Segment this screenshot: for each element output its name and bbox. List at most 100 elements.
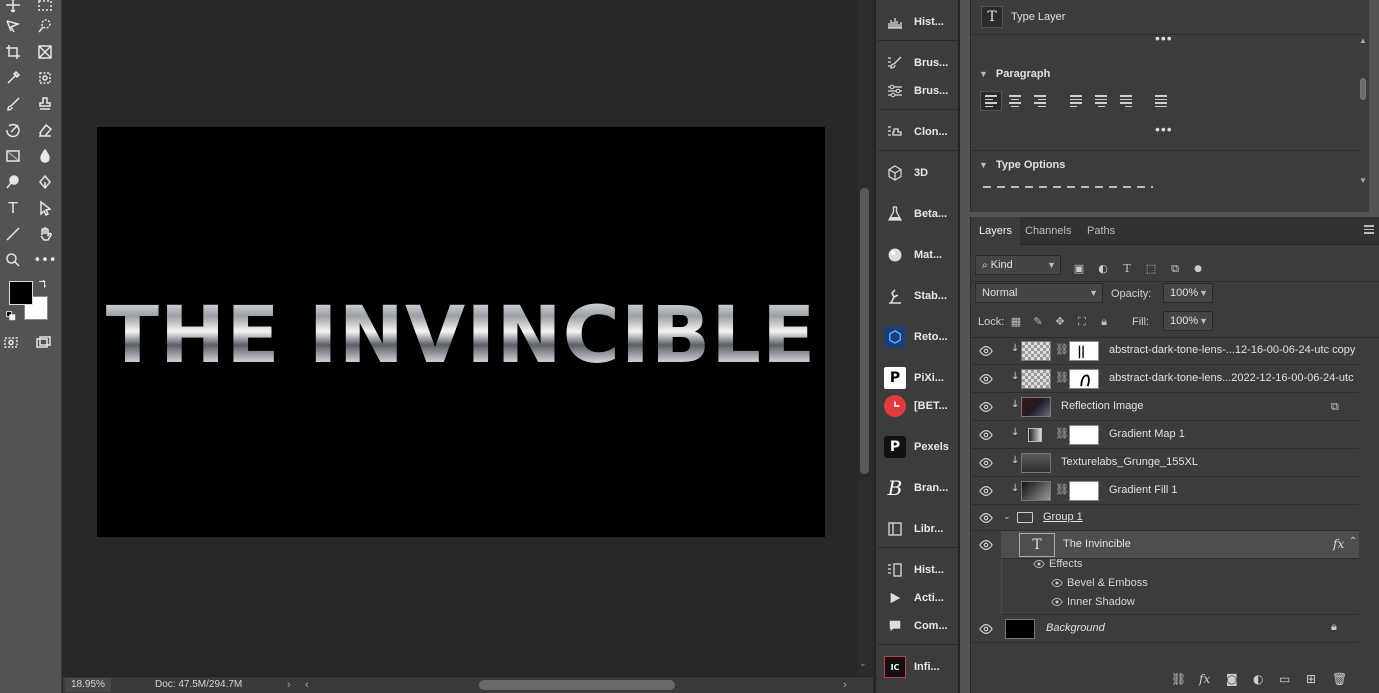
delete-layer-icon[interactable]: 🗑︎ — [1332, 672, 1347, 686]
canvas-vertical-scroll-thumb[interactable] — [860, 188, 869, 474]
layer-thumbnail[interactable] — [1021, 481, 1051, 501]
effect-bevel-emboss[interactable]: Bevel & Emboss — [1051, 577, 1148, 589]
properties-scrollbar[interactable]: ▲ ▼ — [1357, 36, 1369, 188]
lasso-tool-icon[interactable] — [2, 15, 24, 37]
foreground-color-swatch[interactable] — [9, 281, 33, 305]
layer-name[interactable]: Gradient Fill 1 — [1109, 484, 1177, 496]
dock-item-pexels[interactable]: P Pexels — [876, 434, 960, 460]
visibility-eye-icon[interactable] — [979, 456, 993, 470]
history-brush-tool-icon[interactable] — [2, 119, 24, 141]
dock-item-actions[interactable]: Acti... — [876, 585, 960, 611]
layer-name[interactable]: Background — [1046, 622, 1105, 634]
lock-artboard-icon[interactable]: ⛶ — [1075, 315, 1089, 329]
layer-name[interactable]: Gradient Map 1 — [1109, 428, 1185, 440]
smart-object-filter-icon[interactable]: ⧉ — [1168, 262, 1182, 276]
dock-item-materials[interactable]: Mat... — [876, 242, 960, 268]
gradient-tool-icon[interactable] — [2, 145, 24, 167]
visibility-eye-icon[interactable] — [979, 428, 993, 442]
path-select-tool-icon[interactable] — [34, 197, 56, 219]
new-layer-icon[interactable]: ⊞ — [1306, 672, 1316, 686]
fx-icon[interactable]: fx — [1333, 537, 1344, 551]
link-chain-icon[interactable]: ⛓ — [1055, 427, 1069, 440]
layer-row[interactable]: ↓ ⛓ abstract-dark-tone-lens-...12-16-00-… — [971, 337, 1359, 365]
layer-name[interactable]: abstract-dark-tone-lens-...12-16-00-06-2… — [1109, 344, 1355, 356]
gradient-map-adjustment-icon[interactable] — [1025, 425, 1047, 445]
quick-mask-icon[interactable] — [0, 331, 22, 353]
brush-tool-icon[interactable] — [2, 93, 24, 115]
zoom-tool-icon[interactable] — [2, 249, 24, 271]
layer-mask-thumbnail[interactable] — [1069, 481, 1099, 501]
text-layer-thumbnail[interactable]: T — [1019, 533, 1055, 557]
layer-row[interactable]: ↓ ⛓ Gradient Map 1 — [971, 421, 1359, 449]
layer-name[interactable]: abstract-dark-tone-lens...2022-12-16-00-… — [1109, 372, 1354, 384]
eyedropper-tool-icon[interactable] — [2, 67, 24, 89]
hand-tool-icon[interactable] — [34, 223, 56, 245]
scroll-right-arrow-icon[interactable]: › — [843, 677, 847, 693]
layer-mask-thumbnail[interactable] — [1069, 341, 1099, 361]
visibility-eye-icon[interactable] — [979, 538, 993, 552]
eraser-tool-icon[interactable] — [34, 119, 56, 141]
lock-image-pixels-icon[interactable]: ✎ — [1031, 315, 1045, 329]
layer-row-background[interactable]: Background 🔒︎ — [971, 615, 1359, 643]
canvas-vertical-scrollbar[interactable]: ⌄ — [857, 0, 873, 676]
dock-item-comments[interactable]: Com... — [876, 613, 960, 639]
screen-mode-icon[interactable] — [32, 331, 54, 353]
visibility-eye-icon[interactable] — [979, 484, 993, 498]
type-tool-icon[interactable]: T — [2, 197, 24, 219]
visibility-eye-icon[interactable] — [979, 372, 993, 386]
add-layer-style-icon[interactable]: fx — [1199, 672, 1210, 686]
pen-tool-icon[interactable] — [34, 171, 56, 193]
layer-filter-kind-select[interactable]: ⌕ Kind ▼ — [975, 255, 1061, 275]
layer-thumbnail[interactable] — [1005, 619, 1035, 639]
shape-filter-icon[interactable]: ⬚ — [1144, 262, 1158, 276]
group-row[interactable]: ⌄ Group 1 — [971, 505, 1359, 531]
dock-item-clone-source[interactable]: Clon... — [876, 119, 960, 145]
move-tool-icon[interactable] — [2, 0, 24, 16]
status-menu-arrow-icon[interactable]: › — [287, 677, 291, 693]
more-paragraph-options-icon[interactable]: ••• — [1155, 121, 1173, 137]
new-adjustment-layer-icon[interactable]: ◐ — [1253, 672, 1263, 686]
pixel-filter-icon[interactable]: ▣ — [1072, 262, 1086, 276]
dock-item-retouch[interactable]: Reto... — [876, 324, 960, 350]
document-size-info[interactable]: Doc: 47.5M/294.7M — [155, 678, 242, 692]
layer-row[interactable]: ↓ ⛓ abstract-dark-tone-lens...2022-12-16… — [971, 365, 1359, 393]
link-chain-icon[interactable]: ⛓ — [1055, 483, 1069, 496]
layer-row[interactable]: ↓ Reflection Image ⧉ — [971, 393, 1359, 421]
scroll-down-arrow-icon[interactable]: ▼ — [1359, 176, 1367, 185]
swap-colors-icon[interactable] — [34, 275, 50, 291]
layer-mask-thumbnail[interactable] — [1069, 369, 1099, 389]
layer-thumbnail[interactable] — [1021, 453, 1051, 473]
more-tools-icon[interactable]: ••• — [34, 249, 57, 271]
align-right-button[interactable] — [1028, 91, 1050, 111]
default-colors-icon[interactable] — [4, 309, 18, 323]
stamp-tool-icon[interactable] — [34, 93, 56, 115]
layer-thumbnail[interactable] — [1021, 369, 1051, 389]
fill-field[interactable]: 100% ▼ — [1163, 311, 1213, 331]
layer-name[interactable]: Group 1 — [1043, 511, 1083, 523]
paragraph-section-header[interactable]: ▼ Paragraph — [979, 68, 1050, 80]
link-layers-icon[interactable]: ⛓ — [1171, 672, 1186, 686]
dock-item-histogram[interactable]: Hist... — [876, 9, 960, 35]
spot-healing-tool-icon[interactable] — [34, 67, 56, 89]
layer-thumbnail[interactable] — [1021, 397, 1051, 417]
scroll-down-arrow-icon[interactable]: ⌄ — [859, 658, 867, 669]
new-group-icon[interactable]: ▭ — [1279, 672, 1290, 686]
tab-channels[interactable]: Channels — [1017, 217, 1079, 245]
layer-name[interactable]: Texturelabs_Grunge_155XL — [1061, 456, 1198, 468]
align-left-button[interactable] — [980, 91, 1002, 111]
dock-item-3d[interactable]: 3D — [876, 160, 960, 186]
dock-item-info[interactable]: IC Infi... — [876, 654, 960, 680]
dock-item-beta[interactable]: Beta... — [876, 201, 960, 227]
blend-mode-select[interactable]: Normal ▼ — [975, 283, 1103, 303]
dock-item-brand[interactable]: B Bran... — [876, 475, 960, 501]
effects-header[interactable]: Effects — [1033, 558, 1082, 570]
visibility-eye-icon[interactable] — [979, 511, 993, 525]
layer-row-selected[interactable]: T The Invincible fx ⌃ — [1001, 531, 1359, 559]
tab-layers[interactable]: Layers — [971, 217, 1021, 245]
scroll-left-arrow-icon[interactable]: ‹ — [305, 677, 309, 693]
filter-toggle-icon[interactable]: ● — [1191, 262, 1205, 276]
layer-row[interactable]: ↓ Texturelabs_Grunge_155XL — [971, 449, 1359, 477]
visibility-eye-icon[interactable] — [979, 622, 993, 636]
effect-inner-shadow[interactable]: Inner Shadow — [1051, 596, 1135, 608]
justify-last-center-button[interactable] — [1090, 91, 1112, 111]
